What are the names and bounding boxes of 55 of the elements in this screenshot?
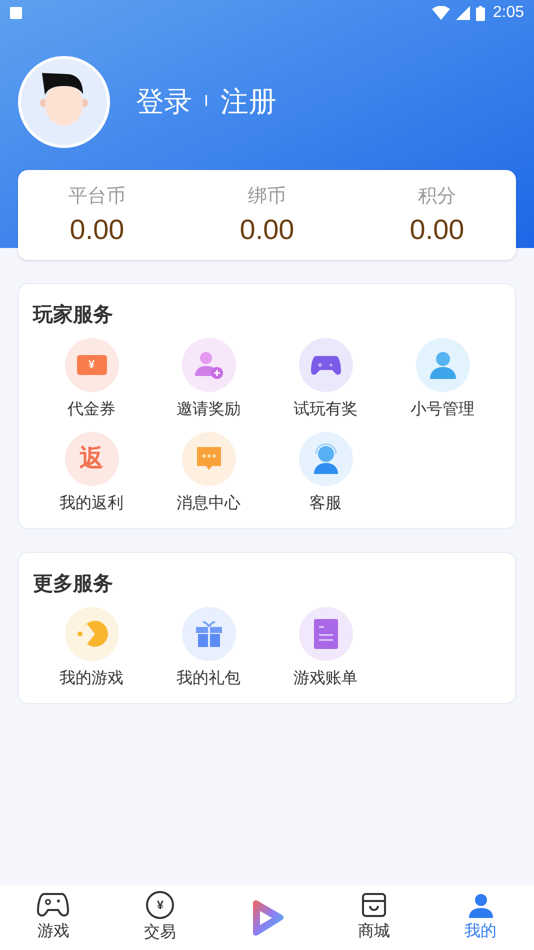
service-label: 试玩有奖 bbox=[294, 400, 358, 420]
service-item[interactable]: 客服 bbox=[267, 432, 384, 516]
add-user-icon bbox=[192, 350, 224, 380]
pacman-icon bbox=[76, 619, 108, 649]
tab[interactable]: 我的 bbox=[427, 892, 534, 944]
status-time: 2:05 bbox=[492, 3, 524, 23]
balance-value: 0.00 bbox=[410, 212, 464, 247]
user-icon bbox=[428, 350, 458, 380]
tab-label: 商城 bbox=[358, 922, 390, 942]
service-item[interactable]: 邀请奖励 bbox=[150, 338, 267, 422]
wifi-icon bbox=[432, 6, 450, 20]
service-item[interactable]: 消息中心 bbox=[150, 432, 267, 516]
balance-value: 0.00 bbox=[70, 212, 124, 247]
app-notification-icon bbox=[10, 7, 22, 19]
section-title: 更多服务 bbox=[33, 572, 114, 597]
service-item[interactable]: 我的礼包 bbox=[150, 607, 267, 691]
service-label: 代金券 bbox=[68, 400, 116, 420]
yen-sign: ¥ bbox=[88, 360, 95, 370]
tab-label: 交易 bbox=[144, 922, 176, 942]
service-item[interactable]: 返 我的返利 bbox=[33, 432, 150, 516]
user-icon bbox=[466, 892, 495, 918]
section-title: 玩家服务 bbox=[33, 302, 114, 328]
gamepad-icon bbox=[37, 892, 70, 918]
service-item[interactable]: 我的游戏 bbox=[33, 607, 150, 691]
battery-icon bbox=[476, 6, 485, 20]
tab[interactable]: 游戏 bbox=[0, 892, 107, 944]
balance-value: 0.00 bbox=[240, 212, 294, 247]
tab[interactable]: 商城 bbox=[320, 892, 428, 944]
tab-label: 游戏 bbox=[37, 922, 70, 942]
separator: I bbox=[204, 92, 208, 112]
service-label: 我的返利 bbox=[60, 494, 124, 514]
shop-icon bbox=[360, 892, 388, 918]
balance-label: 绑币 bbox=[248, 185, 286, 210]
rebate-glyph: 返 bbox=[80, 447, 104, 471]
service-label: 游戏账单 bbox=[294, 668, 358, 689]
gamepad-icon bbox=[310, 354, 340, 376]
balance-label: 积分 bbox=[418, 185, 456, 210]
service-item[interactable]: 游戏账单 bbox=[267, 607, 384, 691]
service-label: 我的礼包 bbox=[176, 668, 240, 689]
gift-icon bbox=[194, 619, 224, 649]
service-item[interactable]: 小号管理 bbox=[384, 338, 501, 422]
service-item[interactable]: ¥ 代金券 bbox=[33, 338, 150, 422]
service-label: 我的游戏 bbox=[60, 668, 124, 689]
document-icon bbox=[314, 619, 338, 649]
service-label: 客服 bbox=[310, 494, 342, 514]
register-link[interactable]: 注册 bbox=[220, 81, 276, 123]
tab-label: 我的 bbox=[464, 922, 497, 942]
service-label: 邀请奖励 bbox=[176, 400, 240, 420]
signal-icon bbox=[456, 6, 470, 20]
service-label: 消息中心 bbox=[176, 494, 240, 514]
yen-sign: ¥ bbox=[156, 898, 164, 910]
service-item[interactable]: 试玩有奖 bbox=[267, 338, 384, 422]
balance-label: 平台币 bbox=[68, 185, 126, 210]
tab[interactable]: ¥ 交易 bbox=[106, 890, 214, 944]
service-label: 小号管理 bbox=[410, 400, 474, 420]
